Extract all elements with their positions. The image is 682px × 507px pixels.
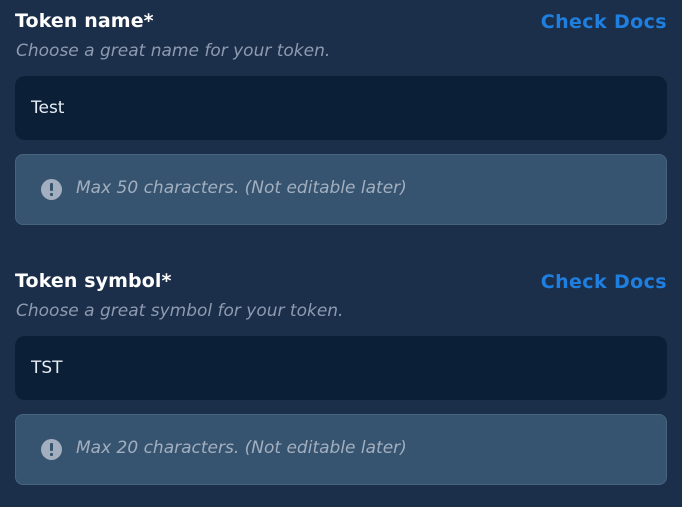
token-symbol-field: Token symbol* Check Docs Choose a great …: [15, 268, 667, 485]
token-name-note: Max 50 characters. (Not editable later): [15, 154, 667, 225]
exclamation-circle-icon: [41, 179, 62, 200]
token-symbol-note: Max 20 characters. (Not editable later): [15, 414, 667, 485]
token-name-input[interactable]: [15, 76, 667, 140]
token-symbol-check-docs-link[interactable]: Check Docs: [541, 271, 667, 293]
token-name-field: Token name* Check Docs Choose a great na…: [15, 8, 667, 225]
token-symbol-label-row: Token symbol* Check Docs: [15, 268, 667, 298]
token-name-label-row: Token name* Check Docs: [15, 8, 667, 38]
token-symbol-subtitle: Choose a great symbol for your token.: [16, 301, 344, 321]
token-symbol-input[interactable]: [15, 336, 667, 400]
token-symbol-label: Token symbol*: [15, 270, 172, 292]
token-symbol-note-text: Max 20 characters. (Not editable later): [76, 438, 407, 458]
token-name-label: Token name*: [15, 10, 154, 32]
token-name-check-docs-link[interactable]: Check Docs: [541, 11, 667, 33]
token-name-subtitle: Choose a great name for your token.: [16, 41, 331, 61]
exclamation-circle-icon: [41, 439, 62, 460]
token-name-note-text: Max 50 characters. (Not editable later): [76, 178, 407, 198]
